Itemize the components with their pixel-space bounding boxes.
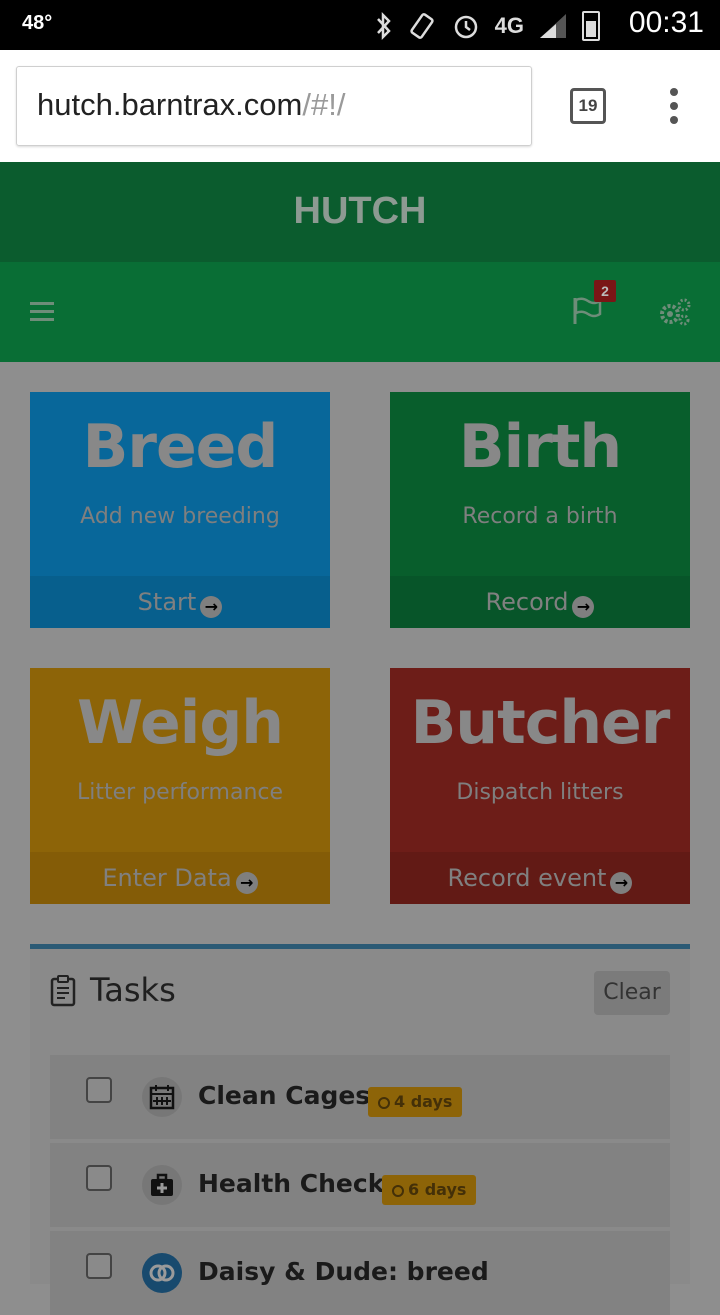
tile-subtitle: Record a birth — [462, 504, 618, 529]
due-badge: 6 days — [382, 1175, 477, 1205]
task-checkbox[interactable] — [86, 1253, 112, 1279]
status-bar: 48° 4G 00:31 — [0, 0, 720, 50]
alarm-icon — [454, 15, 477, 39]
task-label: Daisy & Dude: breed — [198, 1257, 489, 1286]
butcher-tile[interactable]: Butcher Dispatch litters Record event → — [390, 668, 690, 904]
tile-action-label: Record event — [447, 864, 607, 892]
tile-title: Breed — [82, 412, 279, 482]
tile-action-label: Enter Data — [102, 864, 232, 892]
birth-tile[interactable]: Birth Record a birth Record → — [390, 392, 690, 628]
breed-rings-icon — [142, 1253, 182, 1293]
clock-icon — [378, 1097, 390, 1109]
battery-icon — [582, 11, 600, 41]
tile-subtitle: Litter performance — [76, 780, 284, 805]
due-text: 6 days — [408, 1180, 467, 1199]
start-button[interactable]: Start → — [30, 576, 330, 628]
tile-subtitle: Add new breeding — [80, 504, 280, 529]
weigh-tile[interactable]: Weigh Litter performance Enter Data → — [30, 668, 330, 904]
arrow-circle-right-icon: → — [235, 872, 258, 894]
tasks-title: Tasks — [90, 971, 176, 1009]
status-icons: 4G — [375, 8, 600, 44]
tile-title: Birth — [458, 412, 622, 482]
url-path: /#!/ — [302, 87, 346, 122]
signal-icon — [540, 14, 566, 38]
calendar-icon — [142, 1077, 182, 1117]
url-domain: hutch.barntrax.com — [37, 87, 303, 122]
settings-gears-icon[interactable] — [658, 296, 692, 328]
tasks-panel: Tasks Clear Clean Cages 4 days Health Ch… — [30, 944, 690, 1315]
vibrate-icon — [409, 13, 434, 39]
notification-badge: 2 — [594, 280, 616, 302]
tile-title: Weigh — [77, 688, 284, 758]
browser-toolbar: hutch.barntrax.com/#!/ 19 — [0, 50, 720, 162]
tile-action-label: Record — [485, 588, 569, 616]
temperature-indicator: 48° — [22, 12, 53, 34]
medkit-icon — [142, 1165, 182, 1205]
task-label: Clean Cages — [198, 1081, 371, 1110]
task-row: Clean Cages 4 days — [50, 1055, 670, 1139]
due-text: 4 days — [394, 1092, 453, 1111]
arrow-circle-right-icon: → — [572, 596, 595, 618]
bluetooth-icon — [376, 11, 391, 41]
arrow-circle-right-icon: → — [200, 596, 223, 618]
tile-action-label: Start — [137, 588, 197, 616]
task-label: Health Check — [198, 1169, 385, 1198]
url-text: hutch.barntrax.com/#!/ — [37, 87, 345, 123]
clipboard-icon — [50, 975, 76, 1007]
task-row: Daisy & Dude: breed — [50, 1231, 670, 1315]
due-badge: 4 days — [368, 1087, 463, 1117]
clear-button[interactable]: Clear — [594, 971, 670, 1015]
tile-title: Butcher — [410, 688, 671, 758]
tab-switcher-button[interactable]: 19 — [570, 88, 606, 124]
task-row: Health Check 6 days — [50, 1143, 670, 1227]
enter-data-button[interactable]: Enter Data → — [30, 852, 330, 904]
tile-subtitle: Dispatch litters — [456, 780, 624, 805]
task-checkbox[interactable] — [86, 1165, 112, 1191]
record-birth-button[interactable]: Record → — [390, 576, 690, 628]
clock-icon — [392, 1185, 404, 1197]
lte-icon: 4G — [494, 13, 524, 38]
app-header: HUTCH — [0, 162, 720, 262]
record-event-button[interactable]: Record event → — [390, 852, 690, 904]
app-navbar — [0, 262, 720, 362]
clock: 00:31 — [628, 6, 704, 39]
overflow-menu-icon[interactable] — [666, 88, 682, 128]
address-bar[interactable]: hutch.barntrax.com/#!/ — [16, 66, 532, 146]
hamburger-menu-icon[interactable] — [30, 302, 54, 322]
task-checkbox[interactable] — [86, 1077, 112, 1103]
arrow-circle-right-icon: → — [610, 872, 633, 894]
app-title: HUTCH — [293, 190, 427, 232]
breed-tile[interactable]: Breed Add new breeding Start → — [30, 392, 330, 628]
